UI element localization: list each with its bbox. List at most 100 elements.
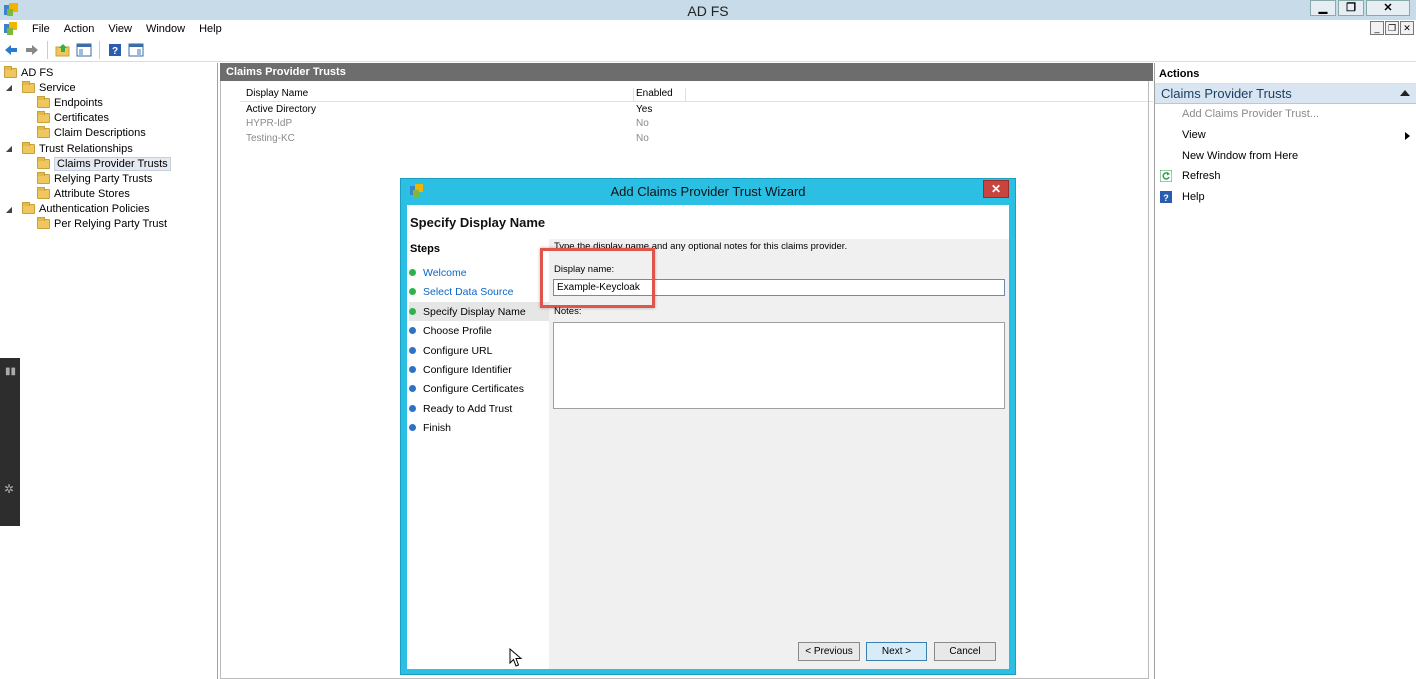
step-label: Configure Identifier [423, 363, 512, 376]
tree-node-claim-descriptions[interactable]: Claim Descriptions [0, 126, 217, 141]
step-ready-to-add-trust: Ready to Add Trust [409, 399, 549, 418]
step-label: Finish [423, 421, 452, 434]
tree-node-label: Attribute Stores [54, 188, 130, 201]
tree-node-per-relying-party-trust[interactable]: Per Relying Party Trust [0, 217, 217, 232]
console-tree: AD FS ◢ Service Endpoints Certificates C… [0, 63, 218, 679]
folder-icon [37, 217, 50, 230]
expanded-arrow-icon[interactable]: ◢ [4, 83, 14, 92]
tree-node-label: Certificates [54, 112, 110, 125]
action-new-window-from-here[interactable]: New Window from Here [1155, 145, 1416, 166]
tree-node-certificates[interactable]: Certificates [0, 111, 217, 126]
row-enabled: No [636, 118, 649, 130]
side-panel-handle[interactable]: ▮▮ ✲ [0, 358, 20, 526]
mmc-document-icon[interactable] [3, 22, 19, 36]
show-hide-console-tree-icon[interactable] [75, 41, 93, 59]
mdi-close-button[interactable]: ✕ [1400, 21, 1414, 35]
action-view[interactable]: View [1155, 125, 1416, 146]
wizard-content-pane: Type the display name and any optional n… [540, 239, 1009, 669]
step-label: Choose Profile [423, 324, 492, 337]
table-row[interactable]: Testing-KC No [240, 131, 1153, 146]
gear-icon[interactable]: ✲ [4, 482, 14, 496]
results-pane-header: Claims Provider Trusts [220, 63, 1153, 81]
tree-node-claims-provider-trusts[interactable]: Claims Provider Trusts [0, 156, 217, 171]
tree-node-authentication-policies[interactable]: ◢ Authentication Policies [0, 202, 217, 217]
table-row[interactable]: HYPR-IdP No [240, 117, 1153, 132]
folder-icon [37, 111, 50, 124]
row-display-name: Active Directory [246, 103, 317, 115]
menu-action[interactable]: Action [57, 23, 102, 35]
actions-section-label: Claims Provider Trusts [1161, 86, 1292, 101]
tree-node-service[interactable]: ◢ Service [0, 80, 217, 95]
step-label: Configure URL [423, 344, 493, 357]
column-header-enabled[interactable]: Enabled [634, 88, 686, 101]
expanded-arrow-icon[interactable]: ◢ [4, 205, 14, 214]
column-header-display-name[interactable]: Display Name [240, 88, 634, 101]
collapse-arrow-icon[interactable] [1400, 90, 1410, 96]
tree-node-trust-relationships[interactable]: ◢ Trust Relationships [0, 141, 217, 156]
action-help[interactable]: ? Help [1155, 187, 1416, 208]
grip-icon: ▮▮ [5, 366, 17, 377]
step-status-icon [409, 424, 416, 431]
next-button[interactable]: Next > [866, 642, 927, 661]
row-enabled: Yes [636, 103, 653, 115]
action-add-claims-provider-trust[interactable]: Add Claims Provider Trust... [1155, 104, 1416, 125]
folder-icon [37, 171, 50, 184]
wizard-title: Add Claims Provider Trust Wizard [610, 184, 806, 199]
tree-node-label: Authentication Policies [39, 203, 150, 216]
window-title: AD FS [687, 3, 729, 19]
close-button[interactable]: ✕ [1366, 0, 1410, 16]
menu-file[interactable]: File [25, 23, 57, 35]
tree-node-attribute-stores[interactable]: Attribute Stores [0, 187, 217, 202]
step-status-icon [409, 269, 416, 276]
toolbar-separator [47, 40, 48, 59]
tree-node-relying-party-trusts[interactable]: Relying Party Trusts [0, 171, 217, 186]
up-folder-icon[interactable] [54, 41, 72, 59]
row-enabled: No [636, 132, 649, 144]
restore-button[interactable]: ❐ [1338, 0, 1364, 16]
menu-view[interactable]: View [101, 23, 139, 35]
tree-node-label: Per Relying Party Trust [54, 218, 168, 231]
folder-icon [37, 187, 50, 200]
cancel-button[interactable]: Cancel [934, 642, 996, 661]
svg-text:?: ? [1163, 193, 1169, 203]
wizard-titlebar[interactable]: Add Claims Provider Trust Wizard ✕ [401, 179, 1015, 203]
window-titlebar: AD FS ▁ ❐ ✕ [0, 0, 1416, 20]
toolbar-separator [99, 40, 100, 59]
mouse-pointer-icon [509, 648, 523, 667]
action-label: Help [1182, 191, 1205, 204]
step-select-data-source[interactable]: Select Data Source [409, 282, 549, 301]
minimize-button[interactable]: ▁ [1310, 0, 1336, 16]
previous-button[interactable]: < Previous [798, 642, 860, 661]
action-label: Add Claims Provider Trust... [1182, 108, 1319, 121]
folder-icon [37, 156, 50, 169]
menu-help[interactable]: Help [192, 23, 229, 35]
step-status-icon [409, 327, 416, 334]
tree-node-endpoints[interactable]: Endpoints [0, 95, 217, 110]
action-refresh[interactable]: Refresh [1155, 166, 1416, 187]
expanded-arrow-icon[interactable]: ◢ [4, 144, 14, 153]
step-welcome[interactable]: Welcome [409, 263, 549, 282]
step-label: Select Data Source [423, 285, 514, 298]
actions-section-claims-provider-trusts[interactable]: Claims Provider Trusts [1155, 84, 1416, 104]
step-status-icon [409, 405, 416, 412]
menu-window[interactable]: Window [139, 23, 192, 35]
notes-textarea[interactable] [553, 322, 1005, 409]
forward-arrow-icon[interactable] [23, 41, 41, 59]
display-name-input[interactable] [553, 279, 1005, 296]
submenu-arrow-icon [1405, 131, 1410, 140]
tree-node-adfs[interactable]: AD FS [0, 65, 217, 80]
step-status-icon [409, 385, 416, 392]
menubar: File Action View Window Help _ ❐ ✕ [0, 20, 1416, 38]
mdi-minimize-button[interactable]: _ [1370, 21, 1384, 35]
show-hide-action-pane-icon[interactable] [127, 41, 145, 59]
mdi-restore-button[interactable]: ❐ [1385, 21, 1399, 35]
help-icon: ? [1160, 190, 1172, 203]
table-row[interactable]: Active Directory Yes [240, 102, 1153, 117]
back-arrow-icon[interactable] [2, 41, 20, 59]
tree-node-label: Trust Relationships [39, 142, 133, 155]
help-icon[interactable]: ? [106, 41, 124, 59]
actions-pane: Actions Claims Provider Trusts Add Claim… [1154, 63, 1416, 679]
wizard-close-button[interactable]: ✕ [983, 180, 1009, 198]
step-status-icon [409, 288, 416, 295]
row-display-name: HYPR-IdP [246, 118, 293, 130]
